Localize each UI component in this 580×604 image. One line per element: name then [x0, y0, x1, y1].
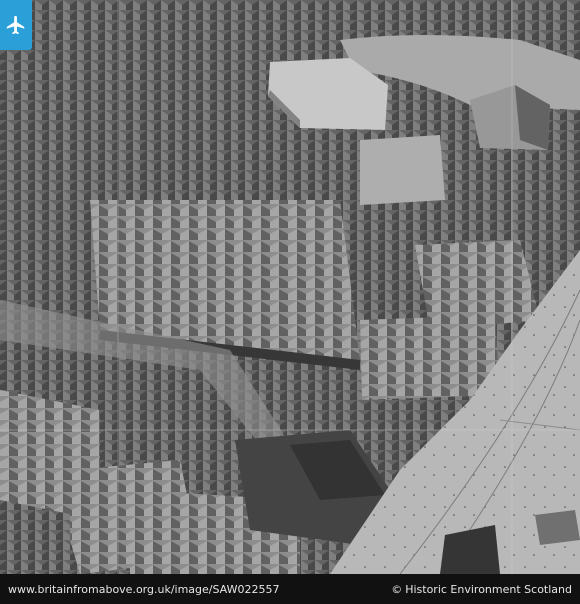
- airplane-icon[interactable]: [0, 0, 32, 50]
- copyright-credit: © Historic Environment Scotland: [391, 583, 572, 596]
- screenshot-frame: www.britainfromabove.org.uk/image/SAW022…: [0, 0, 580, 604]
- aerial-photo: [0, 0, 580, 574]
- image-url[interactable]: www.britainfromabove.org.uk/image/SAW022…: [8, 583, 279, 596]
- copyright-symbol: ©: [391, 582, 403, 596]
- airplane-icon: [6, 15, 25, 35]
- credit-text: Historic Environment Scotland: [405, 582, 572, 596]
- footer-bar: www.britainfromabove.org.uk/image/SAW022…: [0, 574, 580, 604]
